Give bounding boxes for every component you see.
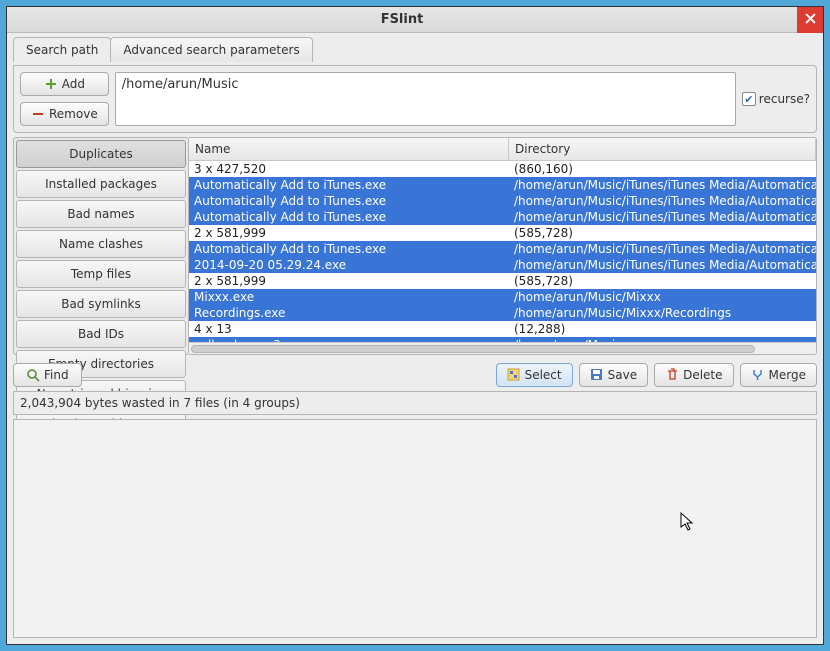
sidebar-item-bad-ids[interactable]: Bad IDs [16, 320, 186, 348]
table-row[interactable]: Automatically Add to iTunes.exe/home/aru… [189, 209, 816, 225]
table-row[interactable]: Automatically Add to iTunes.exe/home/aru… [189, 193, 816, 209]
search-icon [26, 368, 40, 382]
sidebar-item-name-clashes[interactable]: Name clashes [16, 230, 186, 258]
cell-name: 2 x 581,999 [189, 225, 509, 241]
cell-directory: /home/arun/Music/Mixxx/Recordings [509, 305, 816, 321]
add-label: Add [62, 77, 85, 91]
cell-name: Automatically Add to iTunes.exe [189, 241, 509, 257]
cell-name: 3 x 427,520 [189, 161, 509, 177]
delete-label: Delete [683, 368, 722, 382]
cell-directory: /home/arun/Music/iTunes/iTunes Media/Aut… [509, 257, 816, 273]
sidebar-item-installed-packages[interactable]: Installed packages [16, 170, 186, 198]
sidebar-item-temp-files[interactable]: Temp files [16, 260, 186, 288]
tabs: Search path Advanced search parameters [13, 37, 817, 62]
cell-name: 4 x 13 [189, 321, 509, 337]
table-row[interactable]: 2 x 581,999(585,728) [189, 225, 816, 241]
cell-directory: (585,728) [509, 225, 816, 241]
cell-name: 2014-09-20 05.29.24.exe [189, 257, 509, 273]
add-button[interactable]: Add [20, 72, 109, 96]
table-row[interactable]: 2014-09-20 05.29.24.exe/home/arun/Music/… [189, 257, 816, 273]
sidebar-item-bad-symlinks[interactable]: Bad symlinks [16, 290, 186, 318]
tab-search-path[interactable]: Search path [13, 37, 111, 62]
main-split: Duplicates Installed packages Bad names … [13, 137, 817, 355]
merge-label: Merge [769, 368, 806, 382]
cell-name: Automatically Add to iTunes.exe [189, 193, 509, 209]
merge-button[interactable]: Merge [740, 363, 817, 387]
scrollbar-thumb[interactable] [191, 345, 755, 353]
table-header: Name Directory [189, 138, 816, 161]
check-icon: ✔ [742, 92, 756, 106]
sidebar-item-bad-names[interactable]: Bad names [16, 200, 186, 228]
cell-name: 2 x 581,999 [189, 273, 509, 289]
cell-name: Automatically Add to iTunes.exe [189, 209, 509, 225]
merge-icon [751, 368, 765, 382]
horizontal-scrollbar[interactable] [189, 342, 816, 354]
table-rows[interactable]: 3 x 427,520(860,160)Automatically Add to… [189, 161, 816, 342]
select-button[interactable]: Select [496, 363, 573, 387]
action-bar: Find Select Save Delete [13, 359, 817, 387]
recurse-checkbox[interactable]: ✔ recurse? [742, 92, 810, 106]
results-table: Name Directory 3 x 427,520(860,160)Autom… [189, 137, 817, 355]
table-row[interactable]: 3 x 427,520(860,160) [189, 161, 816, 177]
cell-directory: /home/arun/Music/Mixxx [509, 289, 816, 305]
cell-directory: /home/arun/Music/iTunes/iTunes Media/Aut… [509, 193, 816, 209]
table-row[interactable]: 2 x 581,999(585,728) [189, 273, 816, 289]
window-body: Search path Advanced search parameters A… [7, 33, 823, 644]
status-bar: 2,043,904 bytes wasted in 7 files (in 4 … [13, 391, 817, 415]
table-row[interactable]: Automatically Add to iTunes.exe/home/aru… [189, 177, 816, 193]
col-directory[interactable]: Directory [509, 138, 816, 160]
table-row[interactable]: 4 x 13(12,288) [189, 321, 816, 337]
sidebar-item-duplicates[interactable]: Duplicates [16, 140, 186, 168]
path-buttons: Add Remove [20, 72, 109, 126]
path-list[interactable]: /home/arun/Music [115, 72, 736, 126]
cell-name: Recordings.exe [189, 305, 509, 321]
path-entry[interactable]: /home/arun/Music [122, 77, 729, 92]
cell-directory: /home/arun/Music/iTunes/iTunes Media/Aut… [509, 177, 816, 193]
cell-directory: (860,160) [509, 161, 816, 177]
find-button[interactable]: Find [13, 363, 82, 387]
remove-label: Remove [49, 107, 98, 121]
select-icon [507, 368, 521, 382]
close-button[interactable] [797, 7, 823, 33]
trash-icon [665, 368, 679, 382]
cell-directory: /home/arun/Music/iTunes/iTunes Media/Aut… [509, 209, 816, 225]
app-window: FSlint Search path Advanced search param… [6, 6, 824, 645]
minus-icon [31, 107, 45, 121]
cell-directory: (585,728) [509, 273, 816, 289]
cell-name: Mixxx.exe [189, 289, 509, 305]
cell-name: Automatically Add to iTunes.exe [189, 177, 509, 193]
delete-button[interactable]: Delete [654, 363, 733, 387]
tab-advanced[interactable]: Advanced search parameters [110, 37, 312, 62]
plus-icon [44, 77, 58, 91]
save-label: Save [608, 368, 637, 382]
table-row[interactable]: Mixxx.exe/home/arun/Music/Mixxx [189, 289, 816, 305]
close-icon [805, 12, 816, 28]
search-path-panel: Add Remove /home/arun/Music ✔ recurse? [13, 65, 817, 133]
save-icon [590, 368, 604, 382]
recurse-label: recurse? [759, 92, 810, 106]
window-title: FSlint [7, 12, 797, 27]
category-sidebar: Duplicates Installed packages Bad names … [13, 137, 189, 355]
select-label: Select [525, 368, 562, 382]
cell-directory: /home/arun/Music/iTunes/iTunes Media/Aut… [509, 241, 816, 257]
cell-directory: (12,288) [509, 321, 816, 337]
titlebar: FSlint [7, 7, 823, 33]
output-pane [13, 419, 817, 639]
save-button[interactable]: Save [579, 363, 648, 387]
col-name[interactable]: Name [189, 138, 509, 160]
table-row[interactable]: Recordings.exe/home/arun/Music/Mixxx/Rec… [189, 305, 816, 321]
table-row[interactable]: Automatically Add to iTunes.exe/home/aru… [189, 241, 816, 257]
remove-button[interactable]: Remove [20, 102, 109, 126]
find-label: Find [44, 368, 69, 382]
